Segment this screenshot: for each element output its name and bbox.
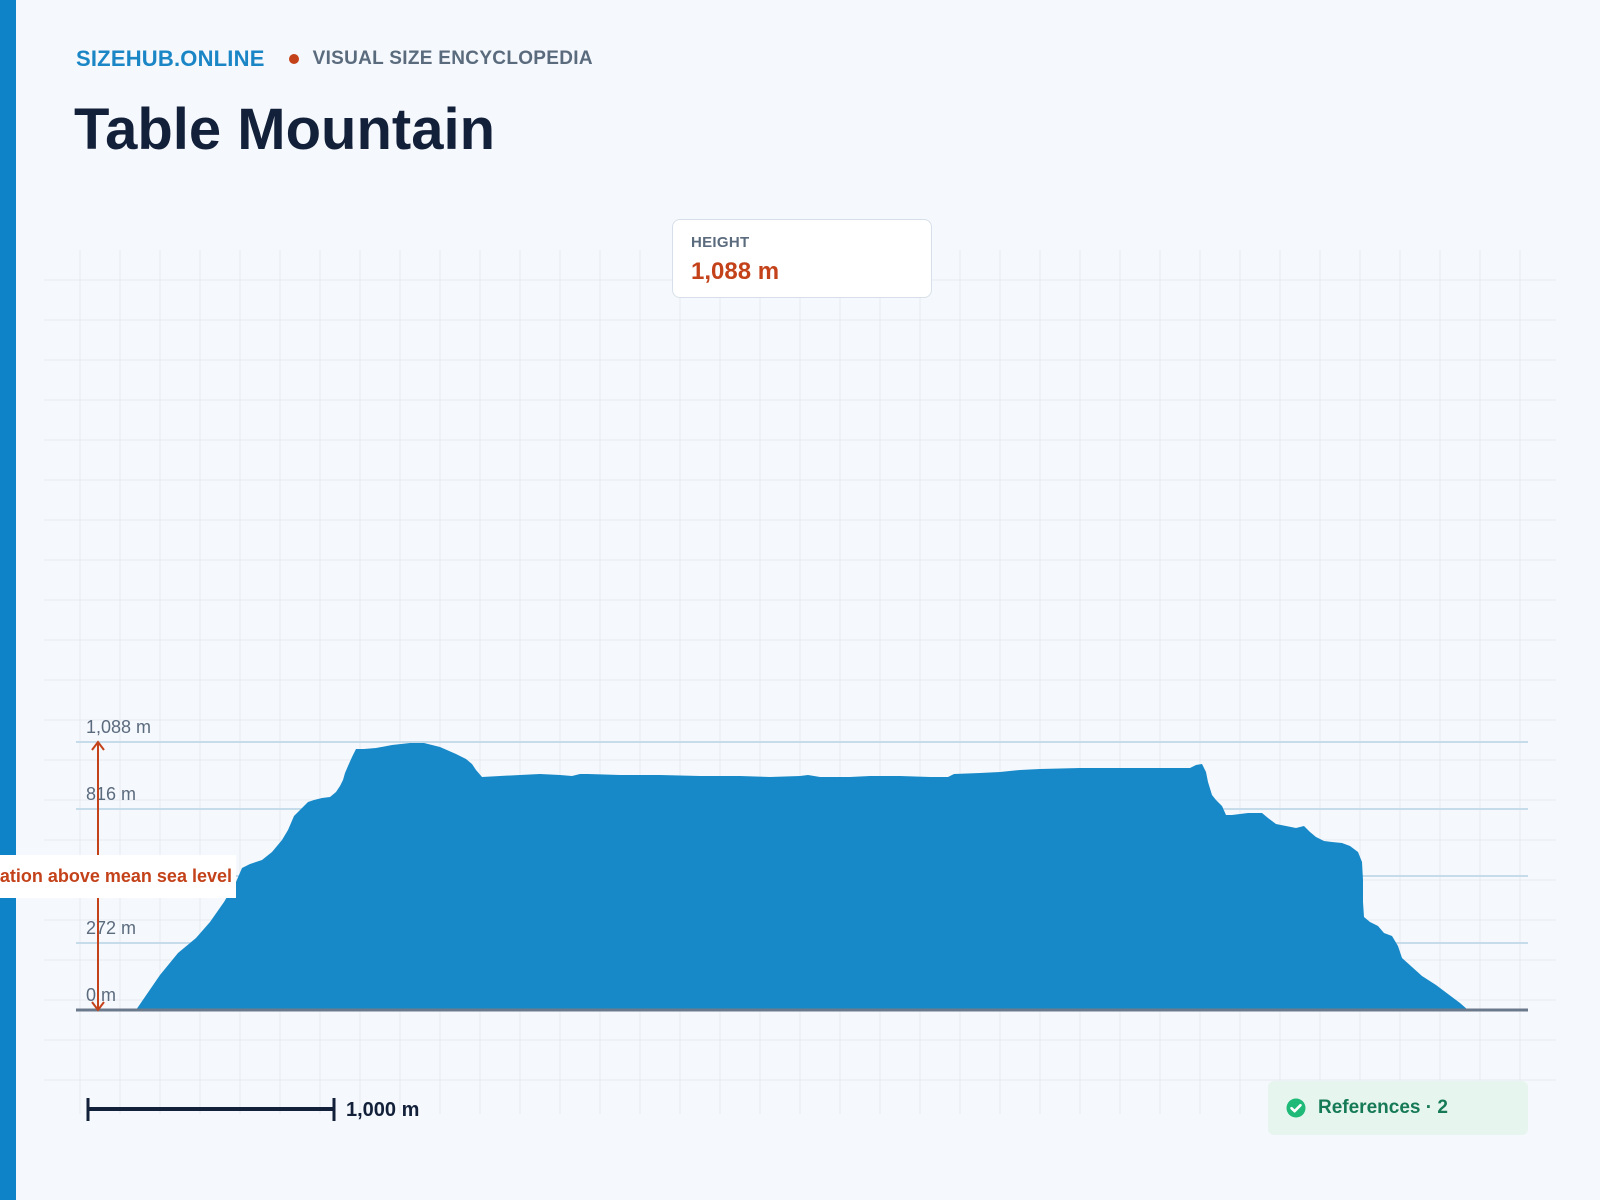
scale-bar [86, 1098, 336, 1121]
elevation-tick-label: 1,088 m [86, 717, 151, 737]
scale-bar-label: 1,000 m [346, 1099, 420, 1121]
references-label: References · 2 [1318, 1097, 1448, 1118]
references-button[interactable]: References · 2 [1268, 1081, 1528, 1135]
measurement-label: elevation above mean sea level [0, 855, 236, 898]
elevation-tick-label: 272 m [86, 918, 136, 938]
mountain-silhouette [136, 743, 1468, 1010]
elevation-tick-label: 0 m [86, 985, 116, 1005]
elevation-diagram: 0 m 272 m 816 m 1,088 m [76, 717, 1528, 1121]
elevation-tick-label: 816 m [86, 784, 136, 804]
check-circle-icon [1286, 1098, 1306, 1118]
